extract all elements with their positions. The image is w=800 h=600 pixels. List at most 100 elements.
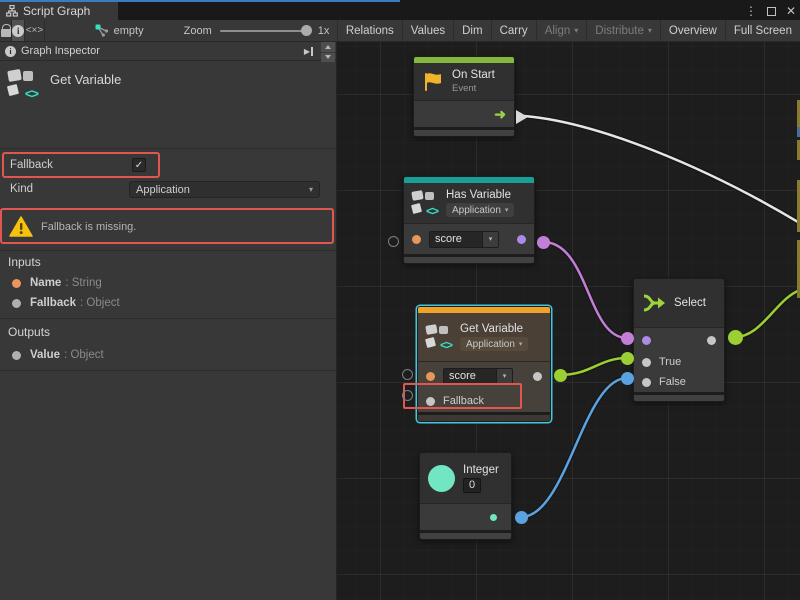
output-port-row: Value : Object: [0, 347, 337, 363]
graph-toolbar: i <×> empty Zoom 1x Relations Values Dim…: [0, 20, 800, 42]
empty-label: empty: [114, 25, 144, 37]
node-footer: [404, 254, 534, 263]
scroll-up-button[interactable]: [321, 42, 335, 52]
port-name: Name: [30, 277, 61, 289]
info-icon: i: [12, 25, 24, 37]
wire-endpoint-dot: [621, 332, 634, 345]
input-port-row: Name : String: [0, 275, 337, 291]
node-on-start[interactable]: On Start Event ➜: [413, 56, 515, 137]
selection-output-port[interactable]: [707, 336, 716, 345]
port-type: : String: [65, 277, 101, 289]
chevron-down-icon: ▾: [505, 206, 509, 214]
port-type: : Object: [80, 297, 120, 309]
object-port-icon: [12, 351, 21, 360]
value-output-port[interactable]: [533, 372, 542, 381]
wire-layer: [337, 42, 800, 600]
false-input-port[interactable]: [642, 378, 651, 387]
inspector-toggle-button[interactable]: i: [12, 20, 25, 41]
code-view-button[interactable]: <×>: [25, 20, 44, 41]
node-select[interactable]: Select True False: [633, 278, 725, 402]
node-footer: [634, 392, 724, 401]
variable-picker-button[interactable]: ▾: [483, 231, 499, 248]
window-controls: ⋮ ✕: [745, 2, 796, 20]
node-title: Select: [674, 297, 706, 309]
hidden-port-ring[interactable]: [402, 369, 413, 380]
bool-output-port[interactable]: [517, 235, 526, 244]
false-port-label: False: [659, 376, 686, 388]
chevron-down-icon: ▾: [309, 185, 313, 194]
node-has-variable[interactable]: <> Has Variable Application ▾ score ▾: [403, 176, 535, 264]
node-footer: [420, 530, 511, 539]
outputs-header: Outputs: [8, 325, 50, 339]
wire-endpoint-dot: [515, 511, 528, 524]
code-icon: <×>: [26, 25, 44, 36]
input-port-row: Fallback : Object: [0, 295, 337, 311]
inputs-header: Inputs: [8, 255, 41, 269]
variable-picker-button[interactable]: ▾: [497, 368, 513, 385]
true-input-port[interactable]: [642, 358, 651, 367]
lock-button[interactable]: [0, 20, 12, 41]
divider: [0, 148, 337, 149]
zoom-slider-handle[interactable]: [301, 25, 312, 36]
overview-button[interactable]: Overview: [661, 20, 726, 41]
hidden-port-ring[interactable]: [402, 390, 413, 401]
chevron-down-icon: ▾: [648, 26, 652, 35]
flow-connection-arrow: [516, 110, 528, 124]
carry-button[interactable]: Carry: [492, 20, 537, 41]
port-type: : Object: [64, 349, 104, 361]
integer-value-field[interactable]: 0: [463, 478, 481, 493]
dock-window-icon[interactable]: ▶: [304, 47, 313, 56]
kind-dropdown[interactable]: Application ▾: [460, 337, 528, 351]
node-footer: [414, 127, 514, 136]
dim-button[interactable]: Dim: [454, 20, 491, 41]
align-button[interactable]: Align▾: [537, 20, 588, 41]
zoom-slider[interactable]: [220, 30, 308, 32]
node-integer[interactable]: Integer 0: [419, 452, 512, 540]
close-icon[interactable]: ✕: [786, 5, 796, 17]
string-port-icon: [12, 279, 21, 288]
tab-script-graph[interactable]: Script Graph: [0, 2, 118, 20]
graph-reference-chip[interactable]: empty: [87, 20, 152, 41]
full-screen-button[interactable]: Full Screen: [726, 20, 800, 41]
kind-setting-row: Kind Application ▾: [0, 181, 337, 199]
distribute-button[interactable]: Distribute▾: [587, 20, 661, 41]
variable-icon: <>: [8, 69, 38, 99]
kind-value: Application: [136, 184, 309, 196]
graph-inspector-panel: i Graph Inspector ▶ <> Get Variable Fall…: [0, 42, 337, 600]
window-menu-icon[interactable]: ⋮: [745, 5, 757, 17]
flow-output-port[interactable]: ➜: [494, 107, 506, 121]
name-input-port[interactable]: [412, 235, 421, 244]
wire-endpoint-dot: [728, 330, 743, 345]
scroll-down-button[interactable]: [321, 53, 335, 63]
zoom-value: 1x: [318, 25, 330, 37]
node-title: Get Variable: [460, 323, 528, 335]
variable-icon: <>: [426, 324, 452, 350]
variable-name-field[interactable]: score: [429, 231, 483, 248]
select-merge-icon: [642, 293, 666, 313]
inspector-title: Graph Inspector: [21, 45, 299, 57]
node-subtitle: Event: [452, 83, 495, 94]
wire-endpoint-dot: [621, 372, 634, 385]
divider: [0, 370, 337, 371]
condition-input-port[interactable]: [642, 336, 651, 345]
kind-dropdown[interactable]: Application ▾: [129, 181, 320, 198]
integer-icon: [428, 465, 455, 492]
port-name: Value: [30, 349, 60, 361]
wire-endpoint-dot: [621, 352, 634, 365]
integer-output-port[interactable]: [490, 514, 497, 521]
tab-bar: Script Graph ⋮ ✕: [0, 0, 800, 20]
maximize-icon[interactable]: [767, 7, 776, 16]
graph-reference-icon: [95, 24, 109, 37]
warning-highlight-box: [0, 208, 334, 244]
variable-icon: <>: [412, 190, 438, 216]
graph-canvas[interactable]: On Start Event ➜ <> H: [337, 42, 800, 600]
name-input-port[interactable]: [426, 372, 435, 381]
relations-button[interactable]: Relations: [338, 20, 403, 41]
values-button[interactable]: Values: [403, 20, 454, 41]
variable-name-field[interactable]: score: [443, 368, 497, 385]
kind-dropdown[interactable]: Application ▾: [446, 203, 514, 217]
divider: [0, 250, 337, 251]
flag-icon: [422, 71, 444, 93]
node-title: Has Variable: [446, 189, 514, 201]
hidden-port-ring[interactable]: [388, 236, 399, 247]
